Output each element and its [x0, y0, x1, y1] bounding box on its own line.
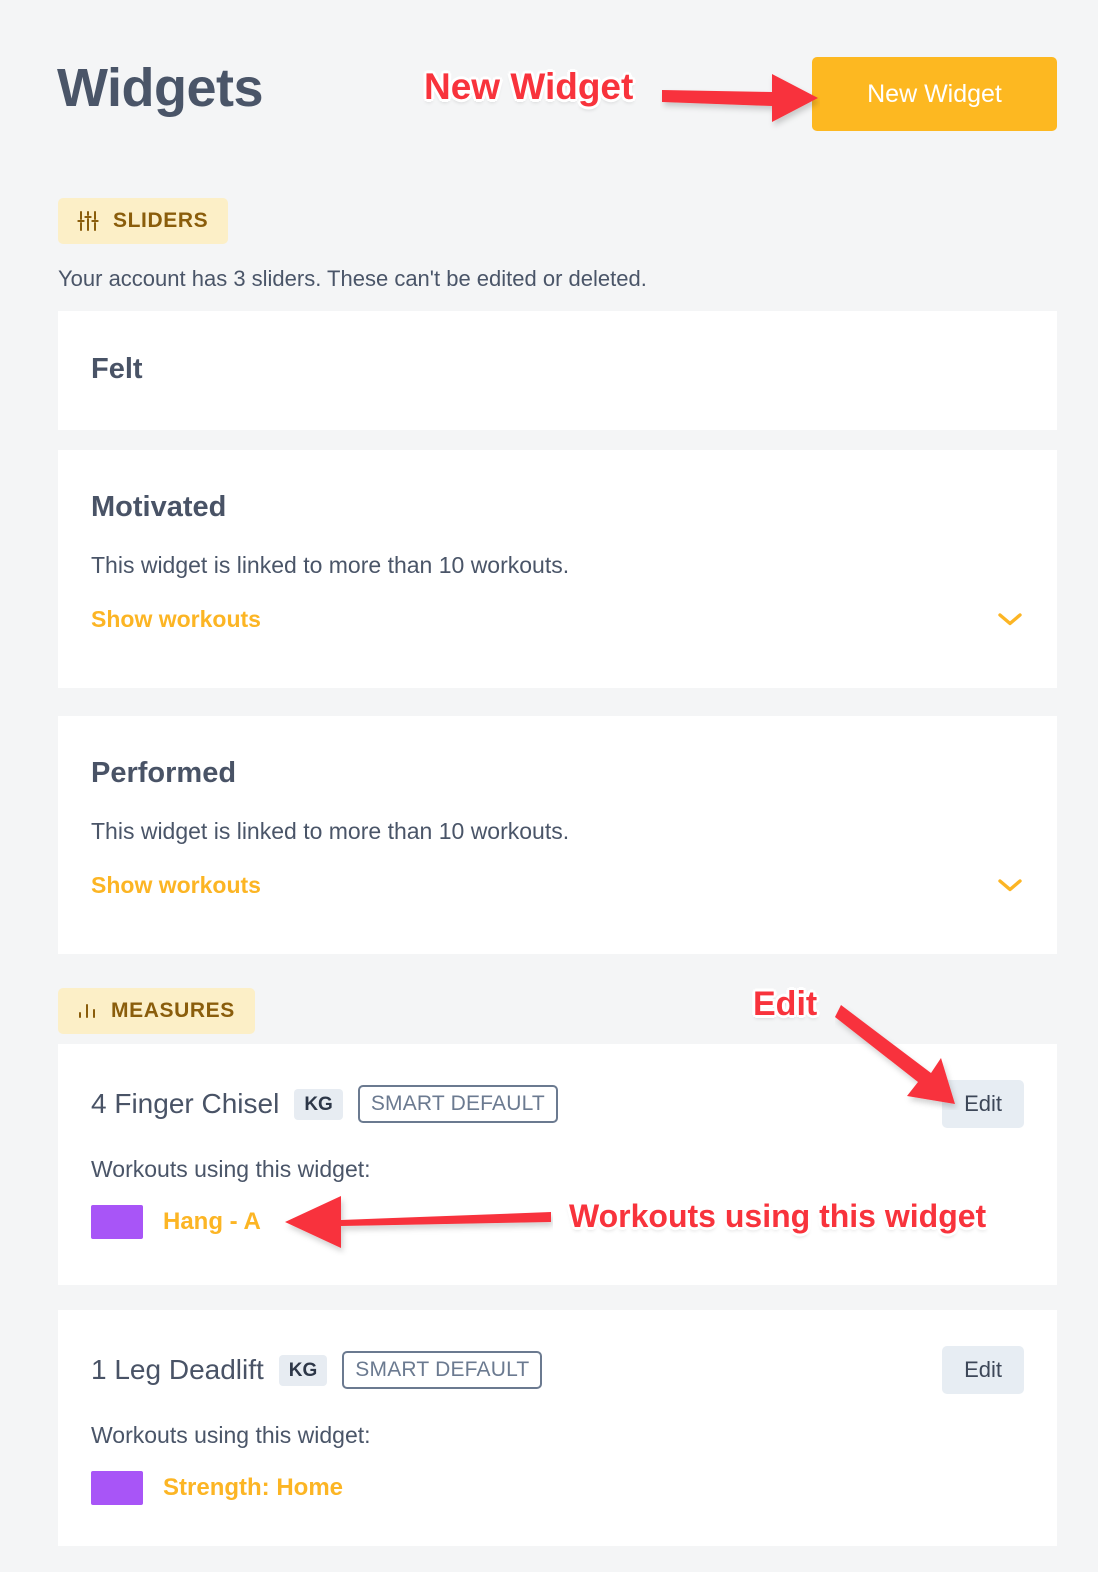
smart-default-tag: SMART DEFAULT: [357, 1085, 558, 1123]
page-title: Widgets: [57, 58, 264, 118]
slider-card-felt[interactable]: Felt: [58, 311, 1057, 430]
slider-card-performed[interactable]: Performed This widget is linked to more …: [58, 716, 1057, 954]
annotation-label-edit: Edit: [753, 985, 818, 1023]
measure-name: 4 Finger Chisel: [91, 1088, 280, 1119]
workout-color-swatch: [91, 1471, 143, 1505]
page-header: Widgets New Widget: [0, 0, 1098, 180]
card-description: This widget is linked to more than 10 wo…: [91, 551, 570, 578]
measures-section-badge: MEASURES: [58, 988, 255, 1034]
workout-item[interactable]: Strength: Home: [91, 1471, 1024, 1505]
workout-item[interactable]: Hang - A: [91, 1205, 1024, 1239]
chevron-down-icon[interactable]: [996, 610, 1024, 628]
unit-badge: KG: [278, 1354, 328, 1386]
unit-badge: KG: [294, 1088, 343, 1120]
slider-card-motivated[interactable]: Motivated This widget is linked to more …: [58, 450, 1057, 688]
card-title: Performed: [91, 757, 237, 789]
workouts-using-label: Workouts using this widget:: [91, 1156, 371, 1182]
card-title: Felt: [91, 353, 143, 385]
show-workouts-link[interactable]: Show workouts: [91, 606, 261, 633]
measure-card-4-finger-chisel[interactable]: 4 Finger Chisel KG SMART DEFAULT Edit Wo…: [58, 1044, 1057, 1285]
edit-button[interactable]: Edit: [942, 1080, 1024, 1128]
workout-color-swatch: [91, 1205, 143, 1239]
measure-name: 1 Leg Deadlift: [91, 1354, 264, 1385]
sliders-icon: [76, 209, 100, 233]
sliders-badge-label: SLIDERS: [113, 209, 209, 232]
bar-chart-icon: [76, 1000, 98, 1022]
workout-name-link[interactable]: Strength: Home: [163, 1474, 343, 1502]
workout-name-link[interactable]: Hang - A: [163, 1208, 261, 1236]
show-workouts-link[interactable]: Show workouts: [91, 872, 261, 899]
chevron-down-icon[interactable]: [996, 876, 1024, 894]
new-widget-button[interactable]: New Widget: [812, 57, 1057, 131]
card-description: This widget is linked to more than 10 wo…: [91, 817, 570, 844]
widgets-page: Widgets New Widget SLIDERS Your account …: [0, 0, 1098, 1572]
measures-badge-label: MEASURES: [111, 999, 235, 1022]
smart-default-tag: SMART DEFAULT: [342, 1351, 543, 1389]
measure-card-1-leg-deadlift[interactable]: 1 Leg Deadlift KG SMART DEFAULT Edit Wor…: [58, 1310, 1057, 1546]
workouts-using-label: Workouts using this widget:: [91, 1422, 371, 1448]
sliders-note: Your account has 3 sliders. These can't …: [58, 266, 647, 291]
sliders-section-badge: SLIDERS: [58, 198, 229, 244]
card-title: Motivated: [91, 491, 227, 523]
edit-button[interactable]: Edit: [942, 1346, 1024, 1394]
